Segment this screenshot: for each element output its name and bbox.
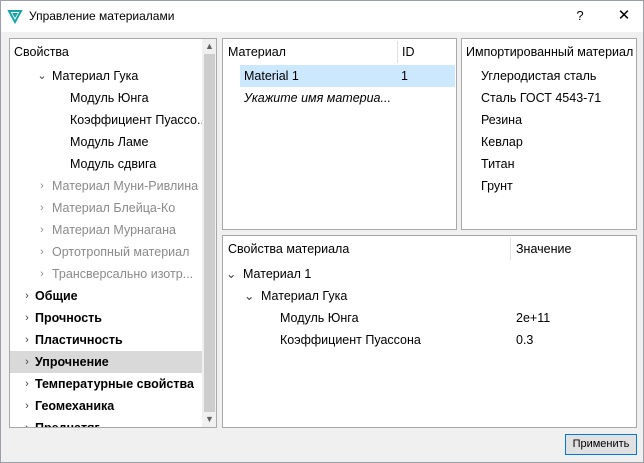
tree-header: Свойства [14,45,69,59]
tree-item-label: Материал Блейца-Ко [52,201,176,215]
column-header-id[interactable]: ID [402,45,415,59]
tree-item[interactable]: Коэффициент Пуассо... [10,109,207,131]
scroll-down-icon[interactable]: ▼ [202,412,216,427]
title-bar: Управление материалами ? ✕ [1,1,643,32]
tree-item-label: Геомеханика [35,399,115,413]
chevron-right-icon[interactable]: › [36,219,48,241]
tree-item[interactable]: Модуль Ламе [10,131,202,153]
scroll-thumb[interactable] [204,54,215,412]
tree-item-label: Трансверсально изотр... [52,267,194,281]
tree-item[interactable]: › Общие [10,285,202,307]
imported-materials-panel: Импортированный материал Углеродистая ст… [461,38,637,230]
property-row[interactable]: ⌄ Материал Гука [223,285,636,307]
tree-item[interactable]: › Материал Блейца-Ко [10,197,202,219]
property-label: Модуль Юнга [280,311,359,325]
chevron-right-icon[interactable]: › [21,417,33,427]
tree-item[interactable]: › Температурные свойства [10,373,202,395]
tree-item-label: Упрочнение [35,355,109,369]
tree-item-label: Материал Гука [52,69,139,83]
chevron-right-icon[interactable]: › [21,329,33,351]
property-label: Материал Гука [261,289,348,303]
column-header-properties[interactable]: Свойства материала [228,242,349,256]
chevron-down-icon[interactable]: ⌄ [36,65,48,87]
property-value[interactable]: 0.3 [516,329,533,351]
properties-tree-panel: Свойства ⌄ Материал Гука Модуль Юнга Коэффи… [9,38,217,428]
chevron-right-icon[interactable]: › [36,175,48,197]
tree-item[interactable]: Модуль Юнга [10,87,202,109]
property-label: Материал 1 [243,267,312,281]
tree-item-label: Ортотропный материал [52,245,190,259]
chevron-right-icon[interactable]: › [36,241,48,263]
column-header-material[interactable]: Материал [228,45,286,59]
chevron-right-icon[interactable]: › [21,395,33,417]
imported-material-item[interactable]: Сталь ГОСТ 4543-71 [481,91,601,105]
imported-material-item[interactable]: Титан [481,157,515,171]
material-properties-panel: Свойства материала Значение ⌄ Материал 1 ⌄… [222,235,637,428]
chevron-right-icon[interactable]: › [21,307,33,329]
chevron-right-icon[interactable]: › [36,263,48,285]
chevron-right-icon[interactable]: › [21,373,33,395]
tree-item[interactable]: › Трансверсально изотр... [10,263,202,285]
materials-list-panel: Материал ID Material 1 1 Укажите имя матер… [222,38,457,230]
chevron-right-icon[interactable]: › [21,351,33,373]
column-divider [397,41,398,63]
material-manager-window: Управление материалами ? ✕ Свойства ⌄ Мат… [0,0,644,463]
tree-item[interactable]: › Упрочнение [10,351,202,373]
help-button[interactable]: ? [571,7,589,25]
property-row[interactable]: ⌄ Материал 1 [223,263,636,285]
tree-item[interactable]: › Геомеханика [10,395,202,417]
tree-item-label: Модуль Юнга [70,91,149,105]
tree-item[interactable]: ⌄ Материал Гука [10,65,202,87]
close-button[interactable]: ✕ [615,7,633,25]
chevron-down-icon[interactable]: ⌄ [226,263,236,285]
apply-button[interactable]: Применить [565,434,637,455]
tree-scrollbar[interactable]: ▲ ▼ [202,39,216,427]
tree-item[interactable]: › Материал Муни-Ривлина [10,175,202,197]
window-title: Управление материалами [29,9,175,23]
app-logo-icon [7,10,23,24]
property-value[interactable]: 2e+11 [516,307,550,329]
tree-item[interactable]: › Прочность [10,307,202,329]
tree-item-label: Преднатяг [35,421,100,428]
material-row[interactable]: Укажите имя материа... [240,87,455,109]
scroll-up-icon[interactable]: ▲ [202,39,216,54]
imported-material-item[interactable]: Грунт [481,179,513,193]
chevron-down-icon[interactable]: ⌄ [244,285,254,307]
tree-item-label: Прочность [35,311,102,325]
tree-item[interactable]: › Ортотропный материал [10,241,202,263]
chevron-right-icon[interactable]: › [36,197,48,219]
property-row[interactable]: Коэффициент Пуассона 0.3 [223,329,636,351]
material-name[interactable]: Укажите имя материа... [244,87,391,109]
material-id: 1 [401,69,408,83]
tree-item-label: Пластичность [35,333,123,347]
imported-material-item[interactable]: Углеродистая сталь [481,69,596,83]
imported-material-item[interactable]: Резина [481,113,522,127]
tree-item-label: Материал Муни-Ривлина [52,179,199,193]
tree-item[interactable]: › Пластичность [10,329,202,351]
property-row[interactable]: Модуль Юнга 2e+11 [223,307,636,329]
imported-header: Импортированный материал [466,45,634,59]
tree-item-label: Модуль сдвига [70,157,157,171]
imported-material-item[interactable]: Кевлар [481,135,523,149]
tree-item-label: Материал Мурнагана [52,223,176,237]
tree-item-label: Коэффициент Пуассо... [70,113,208,127]
chevron-right-icon[interactable]: › [21,285,33,307]
material-name[interactable]: Material 1 [244,65,299,87]
tree-item-label: Модуль Ламе [70,135,149,149]
tree-item-label: Температурные свойства [35,377,194,391]
tree-item[interactable]: › Преднатяг [10,417,202,428]
material-row[interactable]: Material 1 1 [240,65,455,87]
tree-item-label: Общие [35,289,78,303]
tree-item[interactable]: Модуль сдвига [10,153,202,175]
column-header-value[interactable]: Значение [516,242,571,256]
column-divider [510,238,511,260]
tree-item[interactable]: › Материал Мурнагана [10,219,202,241]
property-label: Коэффициент Пуассона [280,333,421,347]
